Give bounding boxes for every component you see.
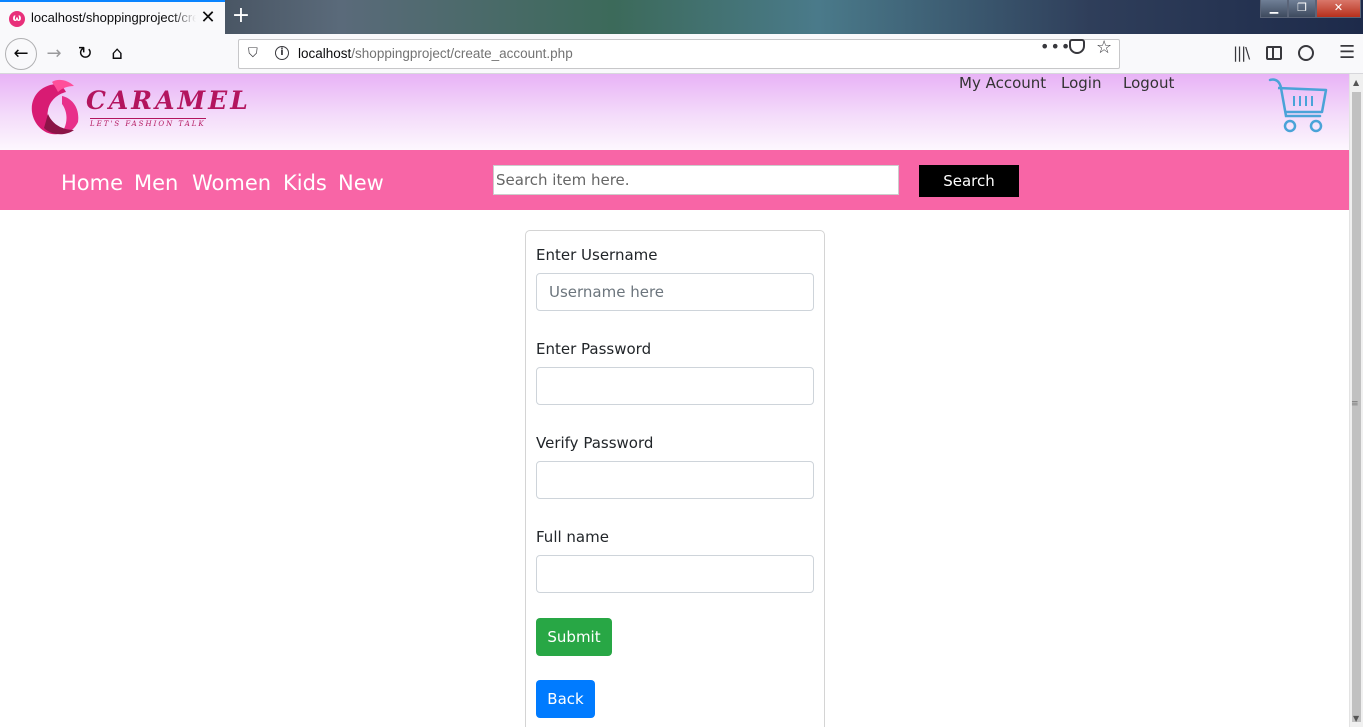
create-account-form: Enter Username Enter Password Verify Pas… — [525, 230, 825, 727]
tracking-shield-icon[interactable]: ⛉ — [248, 46, 258, 61]
site-logo[interactable]: CARAMEL LET'S FASHION TALK — [28, 76, 248, 140]
shopping-cart-icon[interactable] — [1268, 76, 1330, 138]
my-account-link[interactable]: My Account — [959, 74, 1046, 92]
logo-tagline: LET'S FASHION TALK — [90, 118, 206, 128]
site-favicon-icon: ω — [9, 11, 25, 27]
address-bar[interactable]: ⛉ i localhost/shoppingproject/create_acc… — [238, 39, 1120, 69]
tab-title: localhost/shoppingproject/create_account… — [31, 10, 196, 25]
full-name-label: Full name — [536, 528, 609, 546]
browser-tab-strip: ω localhost/shoppingproject/create_accou… — [0, 0, 1363, 34]
info-icon[interactable]: i — [275, 46, 289, 60]
password-label: Enter Password — [536, 340, 652, 358]
browser-toolbar: ← → ↻ ⌂ ⛉ i localhost/shoppingproject/cr… — [0, 34, 1363, 74]
login-link[interactable]: Login — [1061, 74, 1101, 92]
logout-link[interactable]: Logout — [1123, 74, 1174, 92]
home-icon[interactable]: ⌂ — [102, 39, 132, 69]
logo-wordmark: CARAMEL — [86, 86, 251, 115]
window-close-button[interactable]: ✕ — [1316, 0, 1361, 18]
page-scrollbar[interactable]: ▲ ≡ ▼ — [1349, 74, 1363, 727]
submit-button[interactable]: Submit — [536, 618, 612, 656]
new-tab-icon[interactable]: + — [230, 4, 252, 28]
site-header: CARAMEL LET'S FASHION TALK My Account Lo… — [0, 74, 1349, 150]
logo-woman-icon — [31, 79, 79, 135]
account-icon[interactable] — [1298, 45, 1314, 61]
more-icon[interactable]: ••• — [1040, 37, 1071, 56]
full-name-field[interactable] — [536, 555, 814, 593]
menu-item-men[interactable]: Men — [134, 171, 178, 195]
star-icon[interactable]: ☆ — [1096, 37, 1112, 58]
main-menu-bar: Home Men Women Kids New Search — [0, 150, 1349, 210]
back-arrow-icon[interactable]: ← — [5, 38, 37, 70]
reload-icon[interactable]: ↻ — [70, 39, 100, 69]
search-input[interactable] — [493, 165, 899, 195]
verify-password-field[interactable] — [536, 461, 814, 499]
page-viewport: CARAMEL LET'S FASHION TALK My Account Lo… — [0, 74, 1349, 727]
library-icon[interactable]: |||\ — [1233, 44, 1250, 62]
forward-arrow-icon[interactable]: → — [39, 39, 69, 69]
menu-item-home[interactable]: Home — [61, 171, 123, 195]
url-text[interactable]: localhost/shoppingproject/create_account… — [298, 46, 573, 61]
url-path: /shoppingproject/create_account.php — [351, 46, 573, 61]
verify-password-label: Verify Password — [536, 434, 654, 452]
menu-item-kids[interactable]: Kids — [283, 171, 327, 195]
username-label: Enter Username — [536, 246, 658, 264]
scroll-up-arrow-icon[interactable]: ▲ — [1353, 78, 1359, 87]
search-button[interactable]: Search — [919, 165, 1019, 197]
back-button[interactable]: Back — [536, 680, 595, 718]
menu-item-women[interactable]: Women — [192, 171, 271, 195]
scrollbar-grip-icon: ≡ — [1351, 399, 1359, 409]
sidebar-icon[interactable] — [1266, 46, 1282, 60]
browser-tab[interactable]: ω localhost/shoppingproject/create_accou… — [0, 0, 225, 34]
url-host: localhost — [298, 46, 352, 61]
window-maximize-button[interactable]: ❐ — [1288, 0, 1316, 18]
username-field[interactable] — [536, 273, 814, 311]
window-minimize-button[interactable]: ▁ — [1260, 0, 1288, 18]
scroll-down-arrow-icon[interactable]: ▼ — [1353, 714, 1359, 723]
close-tab-icon[interactable]: ✕ — [199, 8, 217, 28]
password-field[interactable] — [536, 367, 814, 405]
menu-item-new[interactable]: New — [338, 171, 384, 195]
hamburger-menu-icon[interactable]: ☰ — [1339, 42, 1355, 63]
